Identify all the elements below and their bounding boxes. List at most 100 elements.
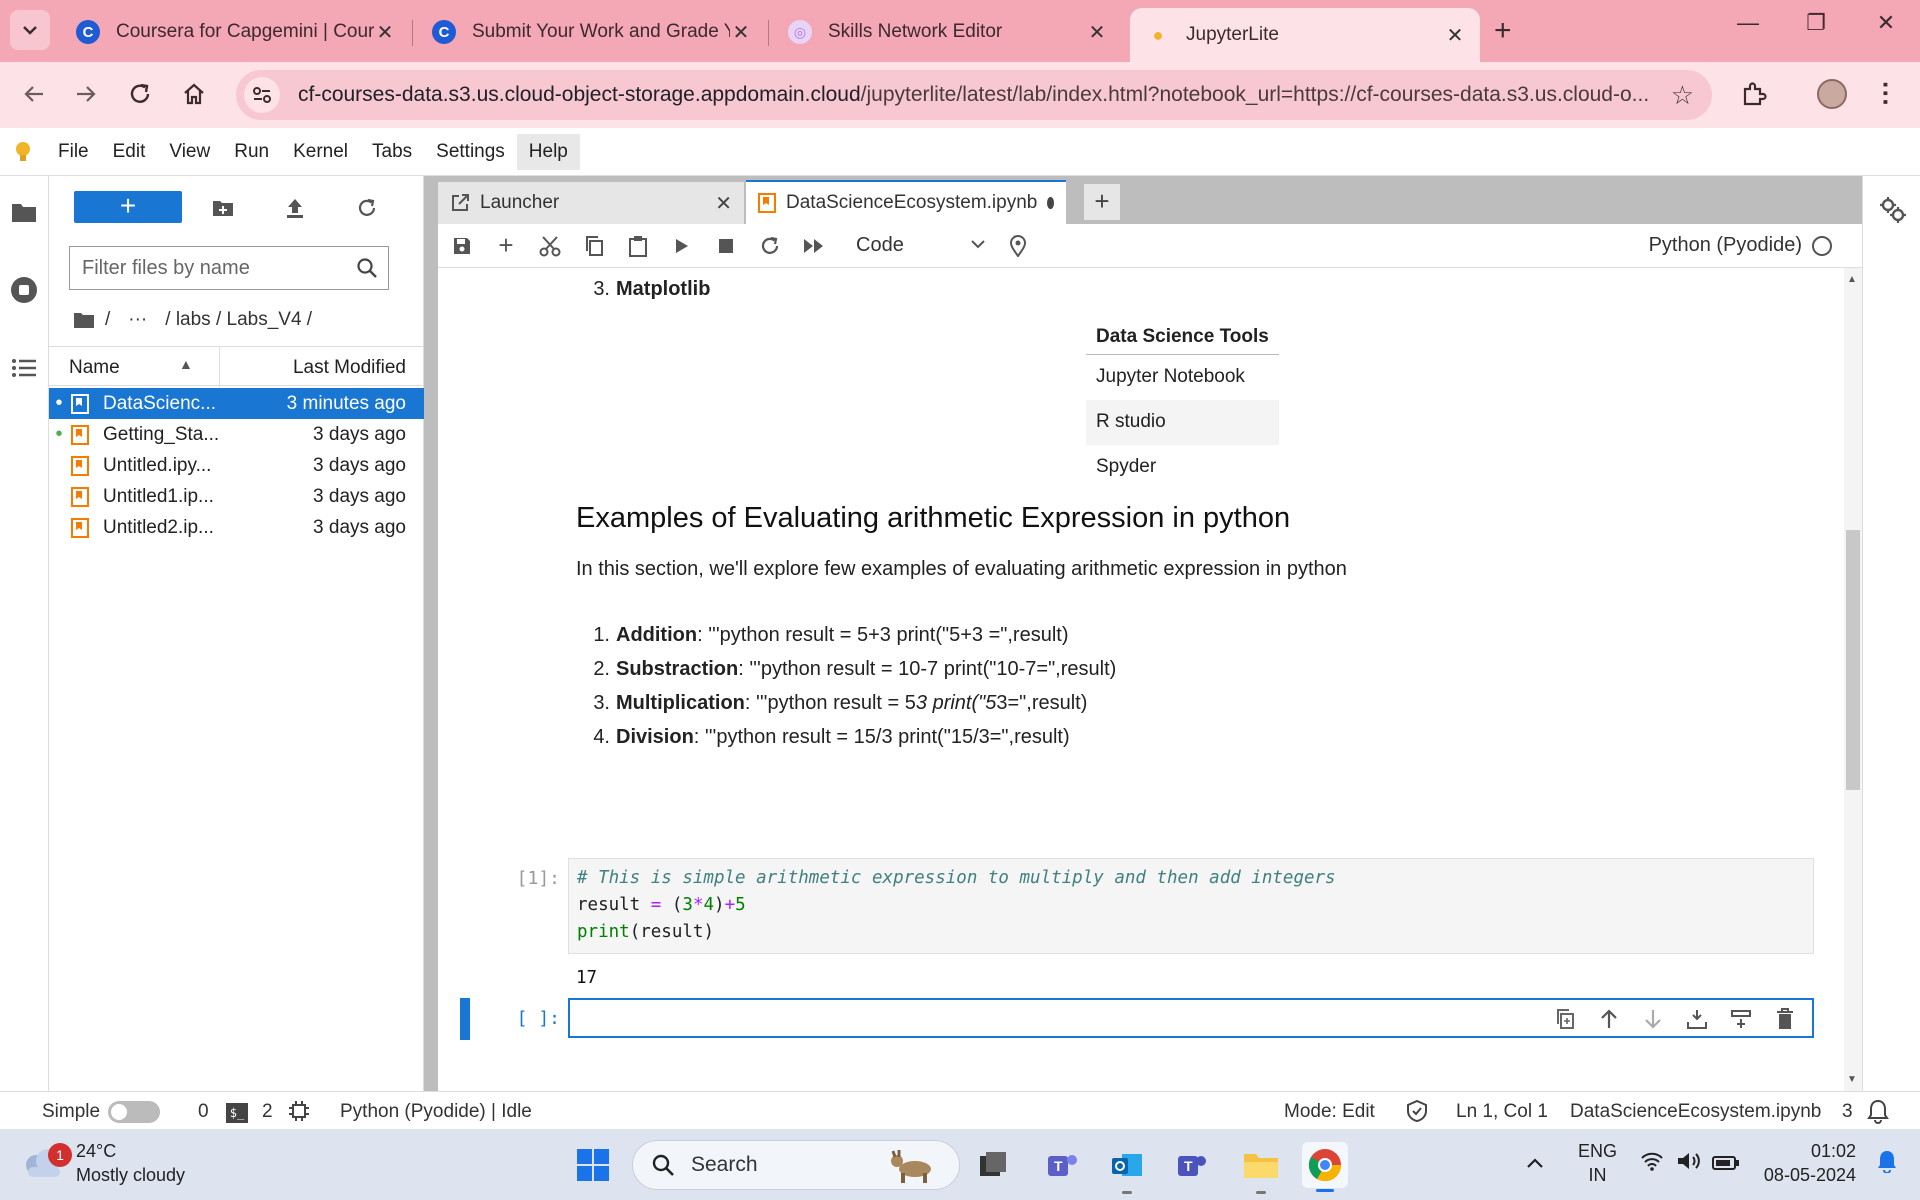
- taskbar-search[interactable]: Search: [632, 1140, 960, 1190]
- stop-icon[interactable]: [704, 228, 748, 264]
- file-explorer-icon[interactable]: [1238, 1142, 1284, 1194]
- column-name[interactable]: Name: [69, 357, 120, 379]
- new-launcher-button[interactable]: +: [74, 191, 182, 223]
- file-filter-input[interactable]: Filter files by name: [69, 246, 389, 290]
- language-indicator[interactable]: ENG IN: [1578, 1139, 1617, 1187]
- code-cell-input[interactable]: # This is simple arithmetic expression t…: [568, 858, 1814, 954]
- insert-above-icon[interactable]: [1680, 1004, 1714, 1034]
- copy-icon[interactable]: [572, 228, 616, 264]
- kernel-status[interactable]: Python (Pyodide) | Idle: [340, 1101, 532, 1123]
- outlook-icon[interactable]: [1104, 1142, 1150, 1194]
- menu-edit[interactable]: Edit: [101, 134, 158, 170]
- teams-classic-icon[interactable]: T: [1168, 1142, 1214, 1188]
- browser-tab-coursera[interactable]: C Coursera for Capgemini | Cours ✕: [60, 10, 410, 54]
- upload-button[interactable]: [279, 192, 311, 224]
- battery-icon[interactable]: [1712, 1153, 1740, 1177]
- close-icon[interactable]: ✕: [374, 20, 396, 45]
- close-icon[interactable]: ✕: [715, 191, 732, 216]
- bell-icon[interactable]: [1866, 1098, 1890, 1130]
- paste-icon[interactable]: [616, 228, 660, 264]
- browser-tab-submit[interactable]: C Submit Your Work and Grade Yo ✕: [416, 10, 766, 54]
- close-icon[interactable]: ✕: [1444, 23, 1466, 48]
- profile-avatar[interactable]: [1812, 74, 1852, 114]
- running-kernels-count[interactable]: 2: [262, 1101, 273, 1123]
- windows-start-icon[interactable]: [570, 1142, 616, 1188]
- property-inspector-gears-icon[interactable]: [1879, 196, 1907, 230]
- menu-help[interactable]: Help: [516, 133, 580, 170]
- show-hidden-icons[interactable]: [1526, 1151, 1544, 1175]
- reload-button[interactable]: [120, 74, 160, 114]
- restore-icon[interactable]: ❐: [1796, 10, 1836, 36]
- unsaved-indicator-icon[interactable]: [1047, 197, 1054, 209]
- fast-forward-icon[interactable]: [792, 228, 836, 264]
- notebook-scrollbar[interactable]: ▲ ▼: [1844, 268, 1862, 1091]
- task-view-icon[interactable]: [970, 1142, 1016, 1188]
- home-button[interactable]: [174, 74, 214, 114]
- breadcrumb-path[interactable]: / labs / Labs_V4 /: [165, 309, 312, 331]
- bookmark-star-icon[interactable]: ☆: [1671, 80, 1694, 111]
- cut-icon[interactable]: [528, 228, 572, 264]
- wifi-icon[interactable]: [1640, 1151, 1664, 1177]
- tab-launcher[interactable]: Launcher ✕: [438, 182, 744, 224]
- weather-widget[interactable]: 1 24°C Mostly cloudy: [20, 1139, 185, 1187]
- close-icon[interactable]: ✕: [730, 20, 752, 45]
- scroll-up-icon[interactable]: ▲: [1847, 274, 1857, 285]
- file-browser-tab[interactable]: [8, 196, 40, 228]
- trusted-shield-icon[interactable]: [1406, 1099, 1428, 1129]
- chrome-icon[interactable]: [1302, 1142, 1348, 1192]
- scrollbar-thumb[interactable]: [1846, 530, 1860, 790]
- terminal-icon[interactable]: $_: [226, 1103, 248, 1123]
- tab-search-button[interactable]: [10, 10, 50, 50]
- minimize-icon[interactable]: —: [1728, 10, 1768, 36]
- run-icon[interactable]: [660, 228, 704, 264]
- cell-type-dropdown[interactable]: Code: [856, 234, 986, 257]
- breadcrumb-ellipsis[interactable]: ···: [128, 309, 147, 331]
- file-list-item[interactable]: Untitled.ipy... 3 days ago: [49, 450, 424, 481]
- running-kernels-tab[interactable]: [8, 274, 40, 306]
- kernel-indicator[interactable]: Python (Pyodide): [1649, 234, 1832, 257]
- refresh-button[interactable]: [351, 192, 383, 224]
- notification-bell-icon[interactable]: [1876, 1149, 1898, 1179]
- file-list-item[interactable]: Untitled2.ip... 3 days ago: [49, 512, 424, 543]
- menu-file[interactable]: File: [46, 134, 101, 170]
- file-list-item[interactable]: Untitled1.ip... 3 days ago: [49, 481, 424, 512]
- notification-count[interactable]: 3: [1842, 1101, 1853, 1123]
- close-icon[interactable]: ✕: [1086, 20, 1108, 45]
- browser-menu-button[interactable]: ···: [1866, 74, 1906, 114]
- running-terminals-count[interactable]: 0: [198, 1101, 209, 1123]
- code-cell-editor[interactable]: [568, 998, 1814, 1038]
- back-button[interactable]: [14, 74, 54, 114]
- menu-tabs[interactable]: Tabs: [360, 134, 424, 170]
- simple-mode-toggle[interactable]: [108, 1101, 160, 1123]
- insert-below-icon[interactable]: [1724, 1004, 1758, 1034]
- debugger-pin-icon[interactable]: [996, 228, 1040, 264]
- menu-kernel[interactable]: Kernel: [281, 134, 360, 170]
- menu-view[interactable]: View: [157, 134, 222, 170]
- folder-icon[interactable]: [73, 311, 95, 329]
- add-tab-button[interactable]: +: [1084, 184, 1120, 220]
- file-list-item[interactable]: • Getting_Sta... 3 days ago: [49, 419, 424, 450]
- forward-button[interactable]: [66, 74, 106, 114]
- cursor-position[interactable]: Ln 1, Col 1: [1456, 1101, 1548, 1123]
- address-bar[interactable]: cf-courses-data.s3.us.cloud-object-stora…: [236, 70, 1712, 120]
- breadcrumb-root[interactable]: /: [105, 309, 110, 331]
- menu-settings[interactable]: Settings: [424, 134, 517, 170]
- browser-tab-skills-network[interactable]: ◎ Skills Network Editor ✕: [772, 10, 1122, 54]
- move-up-icon[interactable]: [1592, 1004, 1626, 1034]
- clock[interactable]: 01:02 08-05-2024: [1760, 1139, 1856, 1187]
- notebook-mode[interactable]: Mode: Edit: [1284, 1101, 1375, 1123]
- site-info-icon[interactable]: [244, 77, 280, 113]
- kernel-chip-icon[interactable]: [288, 1100, 310, 1128]
- delete-cell-icon[interactable]: [1768, 1004, 1802, 1034]
- column-last-modified[interactable]: Last Modified: [293, 357, 406, 379]
- table-of-contents-tab[interactable]: [8, 352, 40, 384]
- teams-icon[interactable]: T: [1040, 1142, 1086, 1188]
- tab-notebook[interactable]: DataScienceEcosystem.ipynb: [746, 180, 1066, 224]
- scroll-down-icon[interactable]: ▼: [1847, 1074, 1857, 1085]
- extensions-button[interactable]: [1734, 74, 1774, 114]
- move-down-icon[interactable]: [1636, 1004, 1670, 1034]
- new-tab-button[interactable]: +: [1494, 14, 1512, 48]
- volume-icon[interactable]: [1676, 1151, 1702, 1177]
- browser-tab-jupyterlite[interactable]: ● JupyterLite ✕: [1130, 8, 1480, 62]
- add-cell-icon[interactable]: +: [484, 228, 528, 264]
